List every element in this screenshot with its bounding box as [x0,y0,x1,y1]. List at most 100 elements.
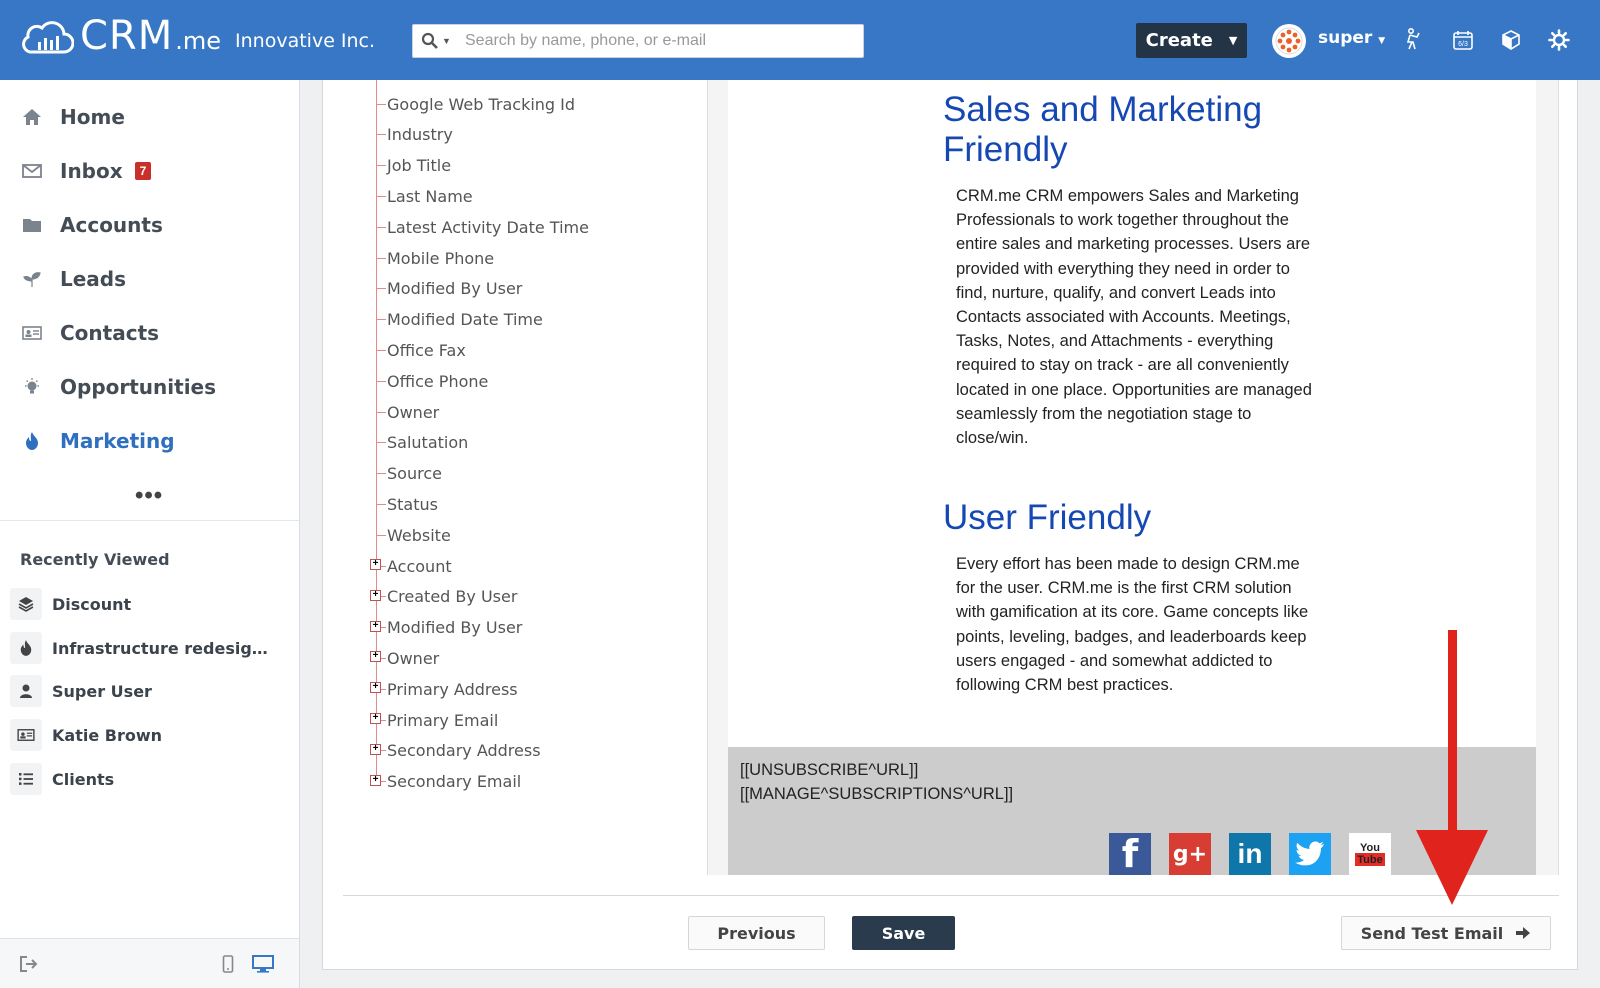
gear-icon[interactable] [1546,27,1572,53]
tree-branch [376,380,386,382]
nav-label: Marketing [60,429,175,453]
tree-field-item[interactable]: Modified By User [376,274,522,304]
tree-field-label: Modified By User [387,279,523,299]
unsubscribe-merge-tag: [[UNSUBSCRIBE^URL]] [740,761,919,779]
avatar-icon [1275,27,1303,55]
youtube-icon: You Tube [1349,833,1391,875]
tree-field-item[interactable]: Owner [376,397,439,427]
tree-field-item[interactable]: Office Fax [376,335,466,365]
user-avatar[interactable] [1272,24,1306,58]
email-heading: User Friendly [943,498,1152,537]
tree-field-item[interactable]: Source [376,459,442,489]
previous-button[interactable]: Previous [688,916,825,950]
tree-group-item[interactable]: + Created By User [370,582,518,612]
send-test-email-button[interactable]: Send Test Email [1341,916,1551,950]
logo-crm-text: CRM [80,13,174,59]
cube-icon[interactable] [1498,27,1524,53]
tree-group-label: Owner [387,648,440,668]
sidebar-footer [0,938,299,988]
facebook-icon: f [1109,832,1151,875]
tree-group-item[interactable]: + Primary Email [370,705,498,735]
send-test-email-label: Send Test Email [1360,923,1504,943]
mobile-view-icon[interactable] [217,953,239,975]
tree-group-item[interactable]: + Secondary Email [370,767,522,797]
nav-contacts[interactable]: Contacts [0,306,299,360]
search-icon [421,32,438,49]
google-plus-icon: g+ [1169,833,1211,875]
expand-plus-icon[interactable]: + [370,743,381,755]
tree-field-label: Status [387,494,438,514]
recent-item-discount[interactable]: Discount [0,582,299,626]
nav-opportunities[interactable]: Opportunities [0,360,299,414]
expand-plus-icon[interactable]: + [370,589,381,601]
tree-field-item[interactable]: Website [376,520,451,550]
tree-group-item[interactable]: + Owner [370,643,440,673]
arrow-right-icon [1516,927,1531,939]
tree-group-label: Account [387,556,452,576]
tree-branch [376,134,386,136]
recent-item-super-user[interactable]: Super User [0,669,299,713]
tree-group-item[interactable]: + Primary Address [370,674,518,704]
tree-group-item[interactable]: + Secondary Address [370,736,541,766]
nav-marketing[interactable]: Marketing [0,414,299,468]
tree-field-item[interactable]: Latest Activity Date Time [376,212,589,242]
top-bar: CRM .me Innovative Inc. ▼ Create ▼ super… [0,0,1600,80]
person-icon [10,675,42,707]
tree-group-label: Secondary Email [387,772,522,792]
calendar-icon[interactable]: 6/3 [1450,27,1476,53]
list-icon [10,763,42,795]
search-input[interactable] [459,26,863,56]
tree-field-item[interactable]: Google Web Tracking Id [376,89,575,119]
search-scope-button[interactable]: ▼ [413,25,459,57]
logout-icon[interactable] [18,953,40,975]
recent-item-clients[interactable]: Clients [0,757,299,801]
tree-field-item[interactable]: Last Name [376,181,473,211]
tree-group-label: Created By User [387,587,518,607]
expand-plus-icon[interactable]: + [370,774,381,786]
logo[interactable]: CRM .me Innovative Inc. [18,14,375,58]
nav-label: Opportunities [60,375,217,399]
tree-branch [376,195,386,197]
save-button[interactable]: Save [852,916,955,950]
tree-group-label: Modified By User [387,618,523,638]
tree-group-item[interactable]: + Account [370,551,452,581]
user-name: super [1318,28,1373,48]
tree-field-label: Office Fax [387,340,466,360]
tree-field-label: Latest Activity Date Time [387,217,589,237]
company-name: Innovative Inc. [235,30,376,52]
tree-field-item[interactable]: Modified Date Time [376,305,543,335]
tree-field-item[interactable]: Status [376,489,438,519]
desktop-view-icon[interactable] [252,953,274,975]
nav-home[interactable]: Home [0,90,299,144]
recent-item-infrastructure[interactable]: Infrastructure redesign c... [0,626,299,670]
tree-field-item[interactable]: Mobile Phone [376,243,494,273]
tree-field-item[interactable]: Salutation [376,428,468,458]
recent-item-katie-brown[interactable]: Katie Brown [0,713,299,757]
tree-field-item[interactable]: Job Title [376,151,451,181]
expand-plus-icon[interactable]: + [370,651,381,663]
tree-branch [376,226,386,228]
nav-label: Inbox [60,159,123,183]
recent-item-label: Discount [52,594,132,614]
logo-me-text: .me [175,27,222,55]
merge-field-tree: Google Web Tracking Id Industry Job Title L… [370,80,711,791]
expand-plus-icon[interactable]: + [370,682,381,694]
gamification-icon[interactable] [1401,27,1427,53]
user-menu[interactable]: super ▼ [1318,28,1385,48]
recent-item-label: Infrastructure redesign c... [52,638,272,658]
nav-accounts[interactable]: Accounts [0,198,299,252]
expand-plus-icon[interactable]: + [370,559,381,570]
nav-inbox[interactable]: Inbox 7 [0,144,299,198]
tree-group-item[interactable]: + Modified By User [370,613,523,643]
tree-branch [376,288,386,290]
tree-field-item[interactable]: Office Phone [376,366,488,396]
create-label: Create [1145,30,1213,51]
create-button[interactable]: Create ▼ [1136,23,1247,58]
sidebar: Home Inbox 7 Accounts Leads Contacts Opp… [0,80,300,988]
nav-leads[interactable]: Leads [0,252,299,306]
more-nav-button[interactable]: ••• [135,482,163,510]
chevron-down-icon: ▼ [442,36,451,46]
expand-plus-icon[interactable]: + [370,713,381,724]
expand-plus-icon[interactable]: + [370,620,381,632]
tree-field-item[interactable]: Industry [376,120,453,150]
